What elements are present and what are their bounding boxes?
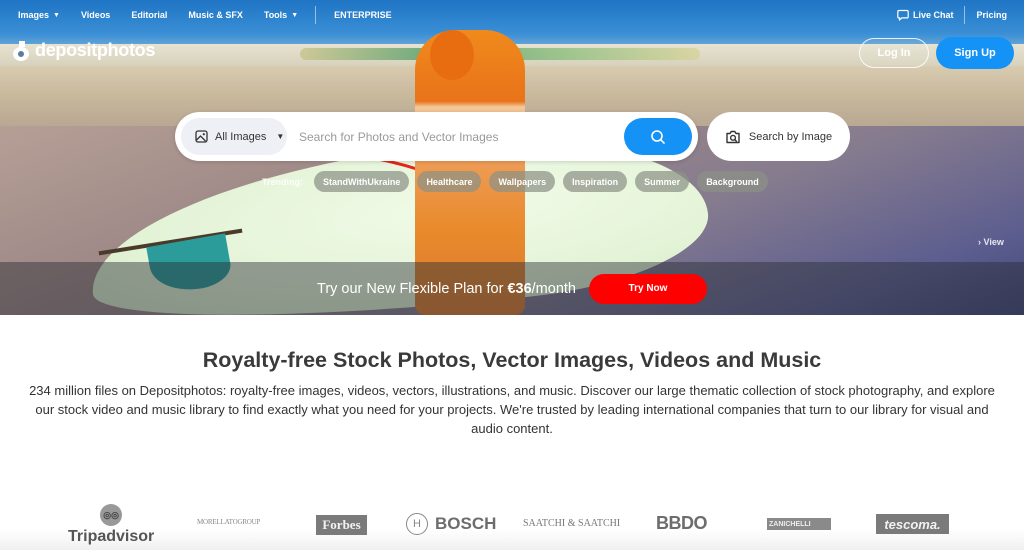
- live-chat-link[interactable]: Live Chat: [897, 9, 953, 21]
- top-right-nav: Live Chat Pricing: [897, 6, 1007, 24]
- trending-chip[interactable]: Wallpapers: [489, 171, 556, 192]
- nav-tools[interactable]: Tools ▼: [264, 10, 298, 20]
- brand-logo[interactable]: depositphotos: [13, 40, 155, 61]
- logo-zanichelli: ZANICHELLI: [767, 518, 831, 530]
- search-icon: [651, 129, 665, 144]
- signup-button[interactable]: Sign Up: [936, 37, 1014, 69]
- logo-bbdo: BBDO: [656, 513, 708, 533]
- logo-saatchi: SAATCHI & SAATCHI: [523, 518, 621, 529]
- image-icon: [195, 130, 208, 143]
- caret-down-icon: ▼: [276, 132, 285, 141]
- search-by-image-button[interactable]: Search by Image: [707, 112, 850, 161]
- nav-editorial[interactable]: Editorial: [131, 10, 167, 20]
- trending-chip[interactable]: StandWithUkraine: [314, 171, 410, 192]
- nav-music-sfx[interactable]: Music & SFX: [188, 10, 243, 20]
- nav-divider: [315, 6, 317, 24]
- hero-banner: Images ▼ Videos Editorial Music & SFX Too…: [0, 0, 1024, 315]
- logo-morellato: MORELLATOGROUP: [197, 518, 261, 526]
- trending-tags: Trending: StandWithUkraine Healthcare Wa…: [262, 171, 776, 192]
- nav-videos[interactable]: Videos: [81, 10, 110, 20]
- camera-search-icon: [726, 130, 740, 143]
- hero-surfer-head: [430, 30, 474, 80]
- caret-down-icon: ▼: [53, 11, 60, 19]
- promo-price: €36: [507, 280, 532, 297]
- trending-chip[interactable]: Background: [697, 171, 768, 192]
- nav-enterprise[interactable]: ENTERPRISE: [334, 10, 392, 20]
- bosch-armature-icon: H: [406, 513, 428, 535]
- client-logos: ◎◎ Tripadvisor MORELLATOGROUP Forbes H B…: [0, 498, 1024, 550]
- search-bar: All Images ▼: [175, 112, 698, 161]
- try-now-button[interactable]: Try Now: [589, 273, 707, 304]
- nav-images[interactable]: Images ▼: [18, 10, 60, 20]
- logo-bosch: H BOSCH: [406, 513, 496, 535]
- owl-icon: ◎◎: [100, 504, 123, 526]
- promo-text: Try our New Flexible Plan for €36/month: [317, 280, 576, 297]
- login-button[interactable]: Log In: [859, 38, 929, 68]
- search-button[interactable]: [624, 118, 692, 155]
- search-type-dropdown[interactable]: All Images ▼: [181, 118, 287, 155]
- logo-tescoma: tescoma.: [876, 514, 949, 534]
- page-headline: Royalty-free Stock Photos, Vector Images…: [202, 348, 822, 372]
- logo-forbes: Forbes: [316, 515, 367, 535]
- nav-divider: [964, 6, 966, 24]
- trending-label: Trending:: [262, 176, 303, 187]
- logo-mark-icon: [13, 40, 31, 61]
- pricing-link[interactable]: Pricing: [976, 10, 1007, 20]
- caret-down-icon: ▼: [291, 11, 299, 19]
- page-description: 234 million files on Depositphotos: roya…: [29, 383, 995, 436]
- top-nav: Images ▼ Videos Editorial Music & SFX Too…: [18, 6, 413, 24]
- trending-chip[interactable]: Summer: [635, 171, 690, 192]
- view-image-link[interactable]: › View: [978, 237, 1004, 247]
- chat-bubble-icon: [897, 9, 909, 21]
- logo-tripadvisor: ◎◎ Tripadvisor: [68, 504, 154, 546]
- trending-chip[interactable]: Inspiration: [563, 171, 628, 192]
- promo-bar: Try our New Flexible Plan for €36/month …: [0, 262, 1024, 315]
- trending-chip[interactable]: Healthcare: [417, 171, 482, 192]
- search-input[interactable]: [287, 118, 624, 155]
